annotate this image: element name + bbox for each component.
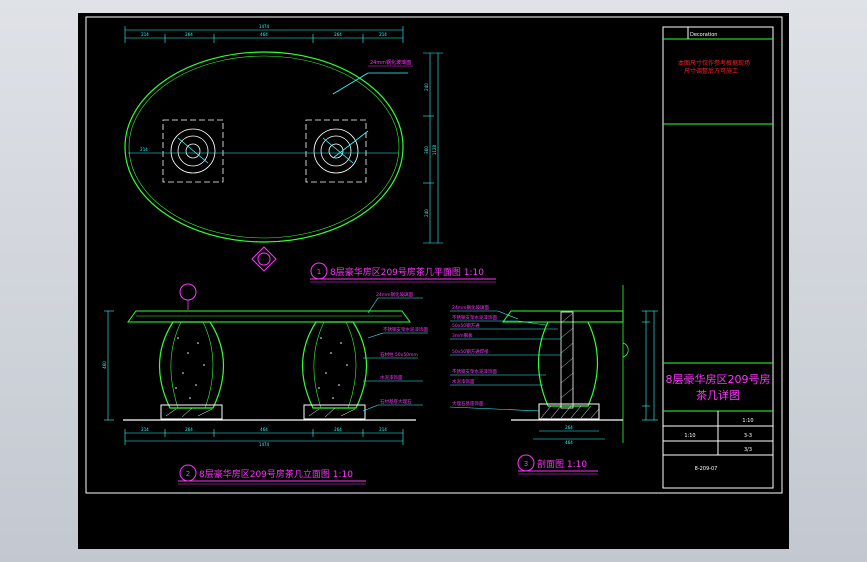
elev-dim-total: 1474	[259, 442, 270, 447]
section-callout: 不锈钢支架水泥漆饰面	[452, 314, 497, 321]
section-callout: 水泥漆饰面	[452, 378, 475, 385]
dim-right: 240	[424, 83, 429, 91]
elev-marker	[179, 283, 197, 301]
dim-seg: 214	[141, 32, 149, 37]
elevation-view: 460 214 264 464 264 214 1474 24mm钢化玻璃面 不…	[102, 283, 428, 485]
table-top-outline	[124, 51, 404, 243]
section-marker	[251, 246, 277, 272]
dim-total: 1474	[259, 24, 270, 29]
section-dim: 464	[565, 440, 573, 445]
dim-right: 360	[424, 146, 429, 154]
elev-callout: 水泥漆饰面	[380, 374, 403, 381]
drawing-number: 8-209-07	[695, 466, 718, 472]
section-callout: 50x50钢方通焊接	[452, 348, 489, 355]
plan-callout: 24mm钢化玻璃面	[370, 59, 411, 66]
steel-core	[560, 311, 574, 409]
pedestal-plan-right	[305, 119, 367, 183]
speckle-left	[175, 337, 205, 399]
section-callout: 50x50钢方通	[452, 322, 480, 329]
title-block-header: Decoration	[690, 32, 717, 38]
elev-dim: 214	[379, 427, 387, 432]
pedestal-left-elevation	[158, 321, 225, 409]
elev-badge: 2	[186, 470, 190, 478]
dim-right-total: 1128	[432, 144, 437, 155]
elev-title: 8层豪华房区209号房茶几立面图 1:10	[199, 468, 353, 480]
dim-seg: 264	[185, 32, 193, 37]
speckle-right	[318, 337, 348, 399]
elev-callout: 石材柱 50x50mm	[380, 351, 418, 358]
elev-dim: 464	[260, 427, 268, 432]
glass-top-section	[502, 310, 624, 323]
elev-callout: 石材基座大理石	[380, 398, 412, 405]
elev-dim: 214	[141, 427, 149, 432]
section-title: 剖面图 1:10	[537, 458, 587, 470]
pedestal-section	[538, 321, 598, 407]
section-callout: 3mm钢板	[452, 332, 473, 339]
section-dim: 264	[565, 425, 573, 430]
title-block-row: 3/3	[744, 447, 752, 453]
drawing-canvas: Decoration 本图尺寸仅作参考根据现场 尺寸调整后方可施工 8层豪华房区…	[85, 16, 783, 494]
elev-dim: 264	[334, 427, 342, 432]
section-callout: 不锈钢支架水泥漆饰面	[452, 368, 497, 375]
section-callout: 大理石基座饰面	[452, 400, 484, 407]
dim-seg: 214	[379, 32, 387, 37]
plan-badge: 1	[317, 268, 321, 276]
dim-seg: 264	[334, 32, 342, 37]
dim-left: 214	[140, 147, 148, 152]
plan-view: 1474 214 264 464 264 214 214 24mm钢化玻璃面 2…	[124, 24, 496, 283]
sheet-border	[85, 16, 783, 494]
drawing-title-line2: 茶几详图	[696, 388, 740, 402]
elev-dim: 264	[185, 427, 193, 432]
dim-right: 240	[424, 209, 429, 217]
glass-top-elevation	[127, 310, 411, 323]
elev-dim-left: 460	[102, 361, 107, 369]
drawing-title-line1: 8层豪华房区209号房	[666, 372, 771, 386]
title-block-row: 3-3	[744, 433, 752, 439]
title-block-scale-2: 1:10	[684, 433, 695, 439]
table-top-edge	[128, 55, 400, 239]
elev-callout: 不锈钢支架水泥漆饰面	[383, 326, 428, 333]
plan-title: 8层豪华房区209号房茶几平面图 1:10	[330, 266, 484, 278]
pedestal-right-elevation	[301, 321, 368, 409]
title-block-note-2: 尺寸调整后方可施工	[684, 67, 738, 75]
dim-seg: 464	[260, 32, 268, 37]
section-view: 264 464 24mm钢化玻璃面 不锈钢支架水泥漆饰面 50x50钢方通 3m…	[449, 285, 658, 475]
title-block-note-1: 本图尺寸仅作参考根据现场	[678, 59, 750, 67]
section-badge: 3	[524, 460, 528, 468]
section-callout: 24mm钢化玻璃面	[452, 304, 489, 311]
elev-callout: 24mm钢化玻璃面	[376, 291, 413, 298]
title-block-scale: 1:10	[742, 418, 753, 424]
cad-viewport[interactable]: Decoration 本图尺寸仅作参考根据现场 尺寸调整后方可施工 8层豪华房区…	[78, 13, 789, 549]
